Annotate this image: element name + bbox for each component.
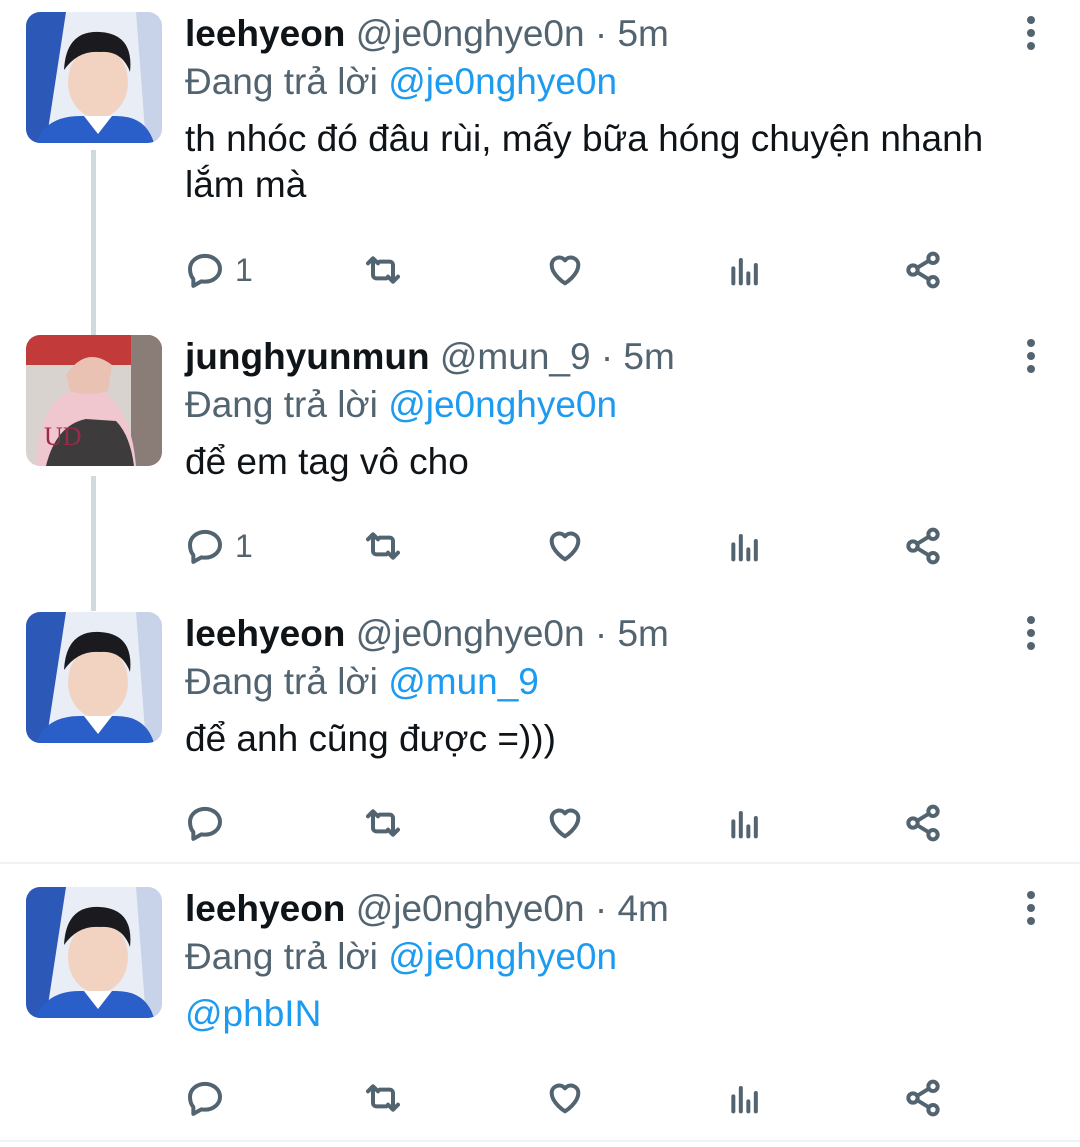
share-icon [906,527,940,565]
share-icon [906,804,940,842]
more-options-button[interactable] [1024,891,1038,931]
more-options-button[interactable] [1024,616,1038,656]
share-icon [906,251,940,289]
analytics-icon [731,534,758,562]
replying-prefix: Đang trả lời [185,661,378,702]
tweet[interactable]: leehyeon @je0nghye0n · 5m Đang trả lời @… [0,0,1080,320]
heart-icon [549,531,581,562]
heart-icon [549,1083,581,1114]
handle-time: @je0nghye0n · 4m [355,888,669,929]
display-name[interactable]: leehyeon [185,888,345,929]
replying-to: Đang trả lời @je0nghye0n [185,58,1010,106]
share-button[interactable] [903,521,943,571]
reply-icon [188,806,222,841]
reply-button[interactable] [185,798,235,848]
retweet-button[interactable] [363,245,403,295]
retweet-icon [366,532,400,560]
reply-count: 1 [235,251,253,288]
replying-to-mention[interactable]: @je0nghye0n [388,61,617,102]
more-options-button[interactable] [1024,339,1038,379]
retweet-button[interactable] [363,1073,403,1123]
analytics-button[interactable] [725,798,765,848]
avatar[interactable] [26,612,162,743]
tweet-actions: 1 [185,521,965,571]
avatar[interactable] [26,12,162,143]
reply-icon [188,1081,222,1116]
reply-button[interactable] [185,1073,235,1123]
handle-time: @je0nghye0n · 5m [355,613,669,654]
share-button[interactable] [903,1073,943,1123]
analytics-button[interactable] [725,521,765,571]
tweet-actions: 1 [185,245,965,295]
replying-prefix: Đang trả lời [185,61,378,102]
heart-icon [549,255,581,286]
tweet-text: để em tag vô cho [185,441,469,482]
analytics-icon [731,1086,758,1114]
retweet-icon [366,1084,400,1112]
avatar[interactable]: UD [26,335,162,466]
retweet-button[interactable] [363,521,403,571]
display-name[interactable]: leehyeon [185,613,345,654]
tweet-actions [185,798,965,848]
tweet[interactable]: leehyeon @je0nghye0n · 4m Đang trả lời @… [0,875,1080,1140]
replying-prefix: Đang trả lời [185,936,378,977]
reply-icon [188,529,222,564]
handle-time: @je0nghye0n · 5m [355,13,669,54]
tweet-text: th nhóc đó đâu rùi, mấy bữa hóng chuyện … [185,118,984,205]
replying-to-mention[interactable]: @je0nghye0n [388,936,617,977]
share-icon [906,1079,940,1117]
more-options-button[interactable] [1024,16,1038,56]
analytics-button[interactable] [725,1073,765,1123]
replying-to: Đang trả lời @mun_9 [185,658,1010,706]
replying-to: Đang trả lời @je0nghye0n [185,381,1010,429]
analytics-button[interactable] [725,245,765,295]
reply-icon [188,253,222,288]
tweet-divider [0,1140,1080,1142]
replying-to-mention[interactable]: @mun_9 [388,661,539,702]
like-button[interactable] [545,798,585,848]
tweet-actions [185,1073,965,1123]
analytics-icon [731,258,758,286]
tweet-text: để anh cũng được =))) [185,718,556,759]
tweet[interactable]: UD junghyunmun @mun_9 · 5m Đang trả lời … [0,323,1080,598]
share-button[interactable] [903,798,943,848]
heart-icon [549,808,581,839]
analytics-icon [731,811,758,839]
avatar[interactable] [26,887,162,1018]
share-button[interactable] [903,245,943,295]
tweet-divider [0,862,1080,864]
reply-count: 1 [235,527,253,564]
tweet[interactable]: leehyeon @je0nghye0n · 5m Đang trả lời @… [0,600,1080,860]
reply-button[interactable]: 1 [185,245,253,295]
svg-text:UD: UD [44,422,82,451]
display-name[interactable]: junghyunmun [185,336,430,377]
retweet-button[interactable] [363,798,403,848]
like-button[interactable] [545,1073,585,1123]
like-button[interactable] [545,521,585,571]
retweet-icon [366,256,400,284]
like-button[interactable] [545,245,585,295]
replying-prefix: Đang trả lời [185,384,378,425]
retweet-icon [366,809,400,837]
display-name[interactable]: leehyeon [185,13,345,54]
reply-button[interactable]: 1 [185,521,253,571]
tweet-text[interactable]: @phbIN [185,991,1010,1037]
handle-time: @mun_9 · 5m [439,336,675,377]
replying-to: Đang trả lời @je0nghye0n [185,933,1010,981]
replying-to-mention[interactable]: @je0nghye0n [388,384,617,425]
